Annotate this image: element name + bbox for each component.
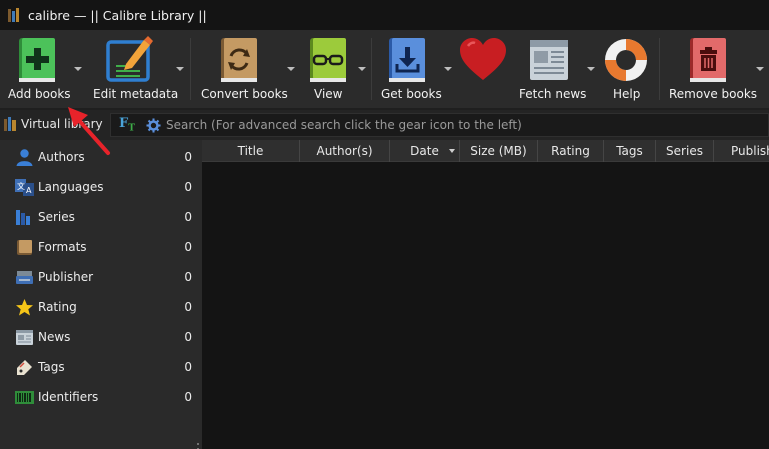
edit-metadata-button[interactable]: Edit metadata xyxy=(90,30,179,108)
sidebar-item-label: Publisher xyxy=(38,270,94,284)
sidebar-item-count: 0 xyxy=(184,330,192,344)
edit-metadata-label: Edit metadata xyxy=(93,87,179,101)
add-books-label: Add books xyxy=(8,87,71,101)
full-text-search-icon[interactable]: FT xyxy=(119,116,135,134)
sidebar-item-publisher[interactable]: Publisher 0 xyxy=(0,263,200,291)
sidebar-item-label: News xyxy=(38,330,71,344)
sidebar-item-tags[interactable]: Tags 0 xyxy=(0,353,200,381)
sidebar-item-label: Series xyxy=(38,210,75,224)
get-books-button[interactable]: Get books xyxy=(376,30,442,108)
sidebar-item-rating[interactable]: Rating 0 xyxy=(0,293,200,321)
main-toolbar: Add books Edit metadata Convert books Vi… xyxy=(0,30,769,108)
sidebar-item-label: Rating xyxy=(38,300,77,314)
calibre-logo-icon xyxy=(8,8,22,22)
search-input[interactable] xyxy=(166,116,756,134)
sidebar-item-news[interactable]: News 0 xyxy=(0,323,200,351)
sidebar-item-count: 0 xyxy=(184,270,192,284)
splitter-handle[interactable] xyxy=(197,443,200,449)
toolbar-separator xyxy=(371,38,372,100)
sidebar-item-count: 0 xyxy=(184,240,192,254)
window-titlebar: calibre — || Calibre Library || xyxy=(0,0,769,30)
gear-icon[interactable] xyxy=(146,118,161,133)
add-book-icon xyxy=(19,38,55,82)
sidebar-item-count: 0 xyxy=(184,360,192,374)
svg-text:A: A xyxy=(26,186,32,195)
sidebar-item-count: 0 xyxy=(184,390,192,404)
convert-books-label: Convert books xyxy=(201,87,288,101)
remove-books-button[interactable]: Remove books xyxy=(664,30,757,108)
get-books-label: Get books xyxy=(381,87,442,101)
formats-icon xyxy=(17,240,32,255)
table-header: Title Author(s) Date Size (MB) Rating Ta… xyxy=(202,140,769,162)
column-header-rating[interactable]: Rating xyxy=(538,140,604,162)
column-header-authors[interactable]: Author(s) xyxy=(300,140,390,162)
remove-books-dropdown-arrow[interactable] xyxy=(756,67,764,71)
tag-browser: Authors 0 文 A Languages 0 Series 0 Forma… xyxy=(0,140,202,449)
sidebar-item-label: Formats xyxy=(38,240,87,254)
donate-button[interactable] xyxy=(456,30,512,108)
fetch-news-label: Fetch news xyxy=(519,87,587,101)
sidebar-item-count: 0 xyxy=(184,150,192,164)
remove-books-label: Remove books xyxy=(669,87,758,101)
help-label: Help xyxy=(613,87,641,101)
sidebar-item-series[interactable]: Series 0 xyxy=(0,203,200,231)
book-list: Title Author(s) Date Size (MB) Rating Ta… xyxy=(202,140,769,449)
svg-text:文: 文 xyxy=(17,181,25,191)
convert-books-icon xyxy=(221,38,257,82)
annotation-arrow-icon xyxy=(68,107,110,155)
convert-books-dropdown-arrow[interactable] xyxy=(287,67,295,71)
sidebar-item-count: 0 xyxy=(184,180,192,194)
toolbar-separator xyxy=(659,38,660,100)
sidebar-item-formats[interactable]: Formats 0 xyxy=(0,233,200,261)
view-label: View xyxy=(314,87,343,101)
fetch-news-dropdown-arrow[interactable] xyxy=(587,67,595,71)
sidebar-item-identifiers[interactable]: Identifiers 0 xyxy=(0,383,200,411)
edit-metadata-icon xyxy=(106,36,153,82)
view-dropdown-arrow[interactable] xyxy=(358,67,366,71)
search-box: FT xyxy=(110,113,769,137)
view-book-icon xyxy=(310,38,346,82)
toolbar-separator xyxy=(190,38,191,100)
sidebar-item-count: 0 xyxy=(184,300,192,314)
sidebar-item-languages[interactable]: 文 A Languages 0 xyxy=(0,173,200,201)
news-icon xyxy=(16,330,33,345)
add-books-button[interactable]: Add books xyxy=(0,30,76,108)
fetch-news-button[interactable]: Fetch news xyxy=(514,30,587,108)
sidebar-item-label: Identifiers xyxy=(38,390,99,404)
authors-icon xyxy=(16,149,33,166)
tags-icon xyxy=(17,360,32,375)
remove-books-icon xyxy=(690,38,726,82)
sort-descending-icon xyxy=(449,149,455,153)
edit-metadata-dropdown-arrow[interactable] xyxy=(176,67,184,71)
sidebar-item-label: Tags xyxy=(38,360,65,374)
heart-icon xyxy=(460,38,506,80)
virtual-library-icon xyxy=(4,117,16,131)
get-books-dropdown-arrow[interactable] xyxy=(444,67,452,71)
newspaper-icon xyxy=(530,40,568,80)
column-header-date-label: Date xyxy=(410,144,439,158)
series-icon xyxy=(16,210,30,225)
window-title: calibre — || Calibre Library || xyxy=(28,7,207,23)
get-books-icon xyxy=(389,38,425,82)
sidebar-item-count: 0 xyxy=(184,210,192,224)
barcode-icon xyxy=(15,391,34,404)
view-button[interactable]: View xyxy=(300,30,352,108)
publisher-icon xyxy=(16,271,33,284)
column-header-size[interactable]: Size (MB) xyxy=(460,140,538,162)
column-header-published[interactable]: Published xyxy=(714,140,769,162)
lifebuoy-icon xyxy=(605,39,647,81)
column-header-tags[interactable]: Tags xyxy=(604,140,656,162)
star-icon xyxy=(16,299,33,316)
sidebar-item-label: Languages xyxy=(38,180,104,194)
languages-icon: 文 A xyxy=(15,179,34,196)
add-books-dropdown-arrow[interactable] xyxy=(74,67,82,71)
column-header-series[interactable]: Series xyxy=(656,140,714,162)
column-header-title[interactable]: Title xyxy=(202,140,300,162)
convert-books-button[interactable]: Convert books xyxy=(196,30,288,108)
help-button[interactable]: Help xyxy=(598,30,654,108)
